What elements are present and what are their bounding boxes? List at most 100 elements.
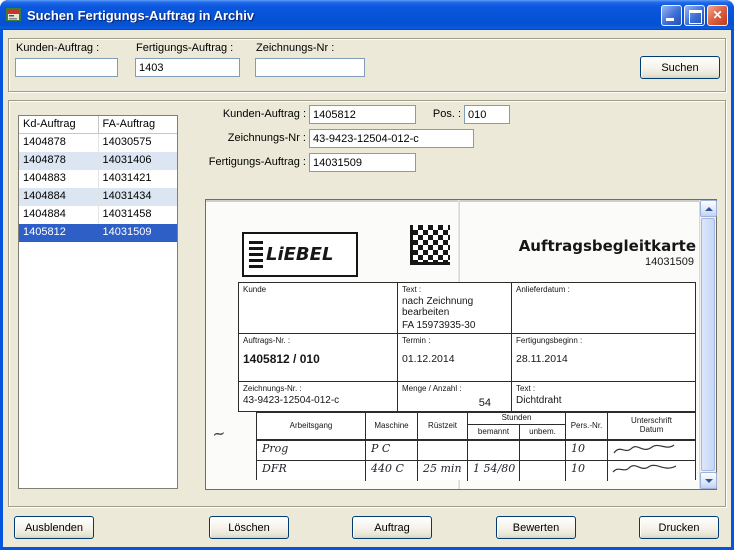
minimize-button[interactable] (661, 5, 682, 26)
termin-label: Termin : (402, 336, 507, 345)
detail-zeichnungs-nr-label: Zeichnungs-Nr : (188, 132, 306, 144)
termin-cell: Termin : 01.12.2014 (397, 334, 511, 381)
search-kunden-auftrag-label: Kunden-Auftrag : (16, 42, 99, 54)
work-col-pers-nr: Pers.-Nr. (565, 413, 607, 439)
work-bemannt: 1 54/80 (467, 461, 519, 481)
work-steps-table: Arbeitsgang Maschine Rüstzeit Stunden be… (256, 412, 696, 480)
result-cell-fa: 14031421 (99, 170, 178, 188)
result-row-selected[interactable]: 1405812 14031509 (19, 224, 177, 242)
zeichnungs-nr-cell: Zeichnungs-Nr. : 43-9423-12504-012-c (239, 382, 397, 411)
work-unbem (519, 461, 565, 481)
preview-scrollbar[interactable] (699, 200, 716, 489)
detail-fertigungs-auftrag-label: Fertigungs-Auftrag : (188, 156, 306, 168)
fertigungsbeginn-value: 28.11.2014 (516, 353, 691, 365)
detail-zeichnungs-nr-input[interactable] (309, 129, 474, 148)
result-cell-kd: 1405812 (19, 224, 99, 242)
result-cell-fa: 14031509 (99, 224, 178, 242)
close-button[interactable]: ✕ (707, 5, 728, 26)
results-grid-header: Kd-Auftrag FA-Auftrag (19, 116, 177, 134)
card-header: LiEBEL Auftragsbegleitkarte 14031509 (238, 220, 696, 282)
document-preview[interactable]: ~ LiEBEL Auftragsbegleitkarte 14031509 (205, 199, 717, 490)
signature-scribble-icon (610, 441, 680, 458)
handwritten-margin-mark: ~ (211, 423, 227, 444)
bewerten-button[interactable]: Bewerten (496, 516, 576, 539)
scroll-up-button[interactable] (700, 200, 717, 217)
app-icon (6, 7, 22, 23)
work-ruestzeit: 25 min (417, 461, 467, 481)
work-row: DFR 440 C 25 min 1 54/80 10 (257, 460, 695, 480)
loeschen-button[interactable]: Löschen (209, 516, 289, 539)
result-cell-fa: 14031434 (99, 188, 178, 206)
search-fertigungs-auftrag-label: Fertigungs-Auftrag : (136, 42, 233, 54)
search-kunden-auftrag-input[interactable] (15, 58, 118, 77)
work-unterschrift (607, 461, 695, 481)
work-col-ruestzeit: Rüstzeit (417, 413, 467, 439)
results-grid[interactable]: Kd-Auftrag FA-Auftrag 1404878 14030575 1… (18, 115, 178, 489)
document-info-table: Kunde Text : nach Zeichnung bearbeiten F… (238, 282, 696, 412)
column-header-fa-auftrag[interactable]: FA-Auftrag (99, 116, 178, 133)
result-cell-kd: 1404883 (19, 170, 99, 188)
work-col-bemannt: bemannt (467, 425, 519, 439)
auftrags-nr-label: Auftrags-Nr. : (243, 336, 393, 345)
result-cell-kd: 1404878 (19, 134, 99, 152)
ausblenden-button[interactable]: Ausblenden (14, 516, 94, 539)
work-col-unterschrift-line2: Datum (640, 426, 664, 435)
result-row[interactable]: 1404878 14031406 (19, 152, 177, 170)
text2-label: Text : (516, 384, 691, 393)
result-row[interactable]: 1404884 14031458 (19, 206, 177, 224)
auftrag-button[interactable]: Auftrag (352, 516, 432, 539)
document-title: Auftragsbegleitkarte (519, 237, 696, 255)
work-unbem (519, 441, 565, 461)
detail-kunden-auftrag-label: Kunden-Auftrag : (188, 108, 306, 120)
text2-cell: Text : Dichtdraht (511, 382, 695, 411)
text-label: Text : (402, 285, 507, 294)
signature-scribble-icon (610, 461, 680, 478)
anlieferdatum-label: Anlieferdatum : (516, 285, 691, 294)
maximize-button[interactable] (684, 5, 705, 26)
result-row[interactable]: 1404884 14031434 (19, 188, 177, 206)
work-arbeitsgang: Prog (257, 441, 365, 461)
search-zeichnungs-nr-input[interactable] (255, 58, 365, 77)
work-maschine: P C (365, 441, 417, 461)
text-value-line1: nach Zeichnung bearbeiten (402, 296, 507, 318)
work-table-header: Arbeitsgang Maschine Rüstzeit Stunden be… (257, 413, 695, 440)
arrow-up-icon (705, 203, 713, 211)
search-fertigungs-auftrag-input[interactable] (135, 58, 240, 77)
result-cell-kd: 1404878 (19, 152, 99, 170)
scanned-document: ~ LiEBEL Auftragsbegleitkarte 14031509 (206, 200, 699, 489)
work-col-stunden: Stunden (467, 413, 565, 425)
work-row: Prog P C 10 (257, 440, 695, 460)
detail-pos-input[interactable] (464, 105, 510, 124)
auftrags-nr-cell: Auftrags-Nr. : 1405812 / 010 (239, 334, 397, 381)
column-header-kd-auftrag[interactable]: Kd-Auftrag (19, 116, 99, 133)
arrow-down-icon (705, 479, 713, 487)
detail-fertigungs-auftrag-input[interactable] (309, 153, 416, 172)
work-col-unbem: unbem. (519, 425, 565, 439)
scroll-thumb[interactable] (701, 218, 715, 471)
result-row[interactable]: 1404883 14031421 (19, 170, 177, 188)
zeichnungs-nr-value: 43-9423-12504-012-c (243, 395, 393, 406)
result-row[interactable]: 1404878 14030575 (19, 134, 177, 152)
text-value-line2: FA 15973935-30 (402, 320, 507, 331)
work-col-unterschrift: Unterschrift Datum (607, 413, 695, 439)
anlieferdatum-cell: Anlieferdatum : (511, 283, 695, 333)
caption-buttons: ✕ (661, 5, 728, 26)
work-pers-nr: 10 (565, 441, 607, 461)
kunde-cell: Kunde (239, 283, 397, 333)
result-cell-fa: 14030575 (99, 134, 178, 152)
search-zeichnungs-nr-label: Zeichnungs-Nr : (256, 42, 334, 54)
result-cell-fa: 14031458 (99, 206, 178, 224)
titlebar[interactable]: Suchen Fertigungs-Auftrag in Archiv ✕ (0, 0, 734, 30)
text2-value: Dichtdraht (516, 395, 691, 406)
work-unterschrift (607, 441, 695, 461)
suchen-button[interactable]: Suchen (640, 56, 720, 79)
scroll-down-button[interactable] (700, 472, 717, 489)
drucken-button[interactable]: Drucken (639, 516, 719, 539)
work-col-maschine: Maschine (365, 413, 417, 439)
detail-kunden-auftrag-input[interactable] (309, 105, 416, 124)
logo-text: LiEBEL (266, 244, 333, 265)
work-pers-nr: 10 (565, 461, 607, 481)
work-ruestzeit (417, 441, 467, 461)
zeichnungs-nr-label: Zeichnungs-Nr. : (243, 384, 393, 393)
auftragsbegleitkarte: LiEBEL Auftragsbegleitkarte 14031509 Kun… (238, 220, 696, 480)
